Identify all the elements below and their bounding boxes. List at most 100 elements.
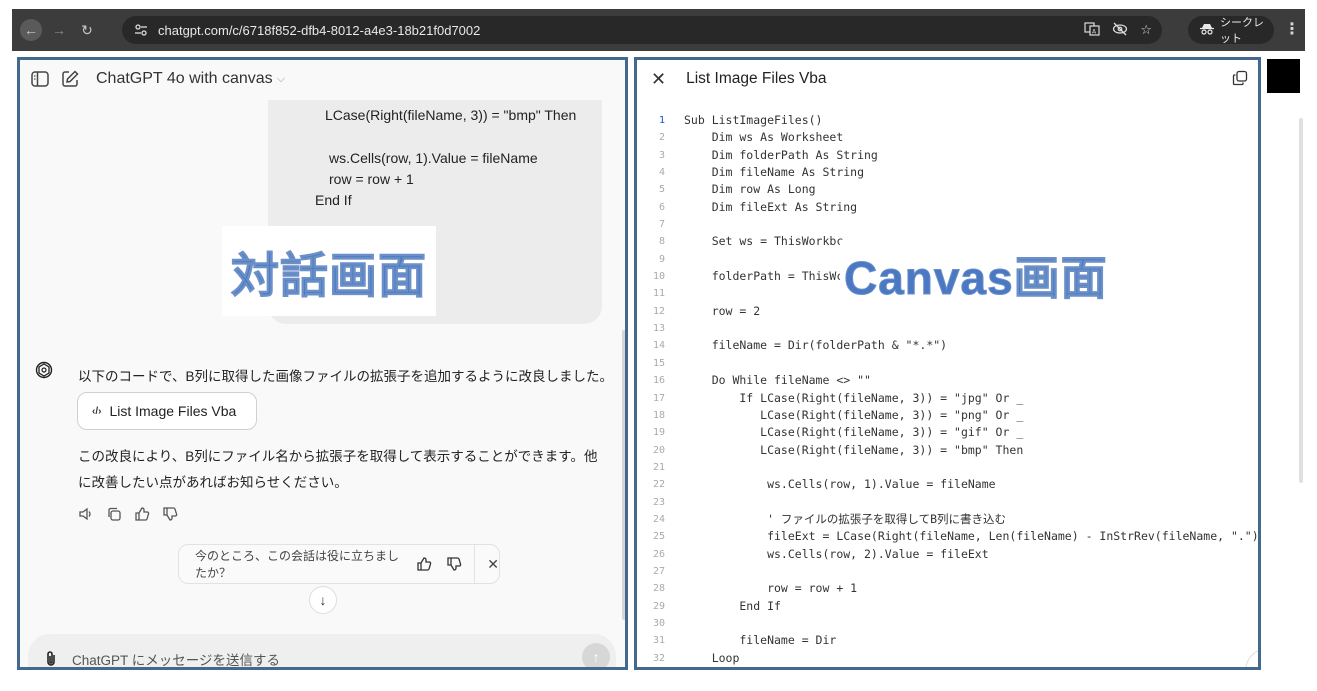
line-number: 27 [652, 565, 665, 577]
chevron-down-icon[interactable]: ⌵ [277, 73, 285, 86]
code-text[interactable]: LCase(Right(fileName, 3)) = "bmp" Then [684, 442, 1023, 459]
code-line[interactable]: 7 [637, 216, 1258, 233]
canvas-panel: ✕ List Image Files Vba 1 Sub ListImageFil… [634, 57, 1261, 670]
code-line[interactable]: 29 End If [637, 598, 1258, 615]
page-scrollbar[interactable] [1299, 118, 1303, 483]
code-text[interactable]: Dim ws As Worksheet [684, 129, 844, 146]
code-text[interactable]: fileName = Dir(folderPath & "*.*") [684, 337, 947, 354]
code-text[interactable]: row = 2 [684, 303, 760, 320]
translate-icon[interactable]: A [1084, 21, 1100, 39]
feedback-divider [474, 544, 476, 584]
line-number: 23 [652, 496, 665, 508]
code-line[interactable]: 5 Dim row As Long [637, 181, 1258, 198]
feedback-thumbs-down-icon[interactable] [446, 556, 462, 572]
line-number: 22 [652, 479, 665, 491]
read-aloud-icon[interactable] [78, 506, 94, 522]
code-line[interactable]: 18 LCase(Right(fileName, 3)) = "png" Or … [637, 407, 1258, 424]
code-line[interactable]: 15 [637, 355, 1258, 372]
omnibox-actions: A ☆ [1084, 16, 1152, 44]
code-line[interactable]: 24 ' ファイルの拡張子を取得してB列に書き込む [637, 511, 1258, 528]
code-line[interactable]: 17 If LCase(Right(fileName, 3)) = "jpg" … [637, 390, 1258, 407]
code-line[interactable]: 21 [637, 459, 1258, 476]
code-text[interactable]: End If [684, 598, 781, 615]
code-line[interactable]: 3 Dim folderPath As String [637, 147, 1258, 164]
code-line[interactable]: 6 Dim fileExt As String [637, 199, 1258, 216]
code-text[interactable]: LCase(Right(fileName, 3)) = "png" Or _ [684, 407, 1023, 424]
code-line[interactable]: 26 ws.Cells(row, 2).Value = fileExt [637, 546, 1258, 563]
incognito-chip[interactable]: シークレット [1188, 16, 1274, 45]
chat-scrollbar[interactable] [622, 330, 625, 620]
close-canvas-icon[interactable]: ✕ [651, 69, 666, 90]
code-text[interactable]: row = row + 1 [684, 580, 857, 597]
user-code-line: LCase(Right(fileName, 3)) = "bmp" Then [325, 107, 577, 123]
canvas-document-chip[interactable]: ‹/› List Image Files Vba [77, 392, 257, 430]
code-line[interactable]: 13 [637, 320, 1258, 337]
code-line[interactable]: 28 row = row + 1 [637, 580, 1258, 597]
code-text[interactable]: Dim fileExt As String [684, 199, 857, 216]
thumbs-down-icon[interactable] [162, 506, 178, 522]
code-line[interactable]: 4 Dim fileName As String [637, 164, 1258, 181]
scroll-down-arrow-icon[interactable]: ↓ [309, 586, 337, 614]
copy-icon[interactable] [106, 506, 122, 522]
forward-arrow-icon[interactable]: → [48, 19, 70, 41]
copy-code-icon[interactable] [1232, 70, 1248, 86]
code-text[interactable]: Set ws = ThisWorkbc [684, 233, 844, 250]
feedback-thumbs-up-icon[interactable] [416, 556, 432, 572]
code-text[interactable]: Do While fileName <> "" [684, 372, 871, 389]
code-text[interactable]: folderPath = ThisWc [684, 268, 844, 285]
line-number: 30 [652, 617, 665, 629]
line-number: 3 [658, 149, 665, 161]
code-line[interactable]: 32 Loop [637, 650, 1258, 667]
code-line[interactable]: 22 ws.Cells(row, 1).Value = fileName [637, 476, 1258, 493]
new-chat-icon[interactable] [60, 69, 80, 89]
url-text[interactable]: chatgpt.com/c/6718f852-dfb4-8012-a4e3-18… [158, 23, 480, 38]
code-line[interactable]: 23 [637, 494, 1258, 511]
address-bar[interactable]: chatgpt.com/c/6718f852-dfb4-8012-a4e3-18… [122, 16, 1162, 44]
attach-paperclip-icon[interactable] [44, 650, 60, 667]
back-arrow-icon[interactable]: ← [20, 19, 42, 41]
bookmark-star-icon[interactable]: ☆ [1140, 22, 1152, 38]
close-icon[interactable]: ✕ [487, 556, 499, 573]
line-number: 18 [652, 409, 665, 421]
code-line[interactable]: 2 Dim ws As Worksheet [637, 129, 1258, 146]
code-text[interactable]: Dim row As Long [684, 181, 816, 198]
code-line[interactable]: 30 [637, 615, 1258, 632]
site-info-icon[interactable] [128, 20, 154, 40]
code-line[interactable]: 19 LCase(Right(fileName, 3)) = "gif" Or … [637, 424, 1258, 441]
eye-off-icon[interactable] [1112, 22, 1128, 39]
reload-icon[interactable]: ↻ [76, 19, 98, 41]
code-text[interactable]: ' ファイルの拡張子を取得してB列に書き込む [684, 511, 1006, 528]
send-arrow-icon[interactable]: ↑ [582, 643, 610, 667]
composer-placeholder[interactable]: ChatGPT にメッセージを送信する [72, 649, 280, 667]
message-composer[interactable]: ChatGPT にメッセージを送信する ↑ [28, 634, 616, 667]
thumbs-up-icon[interactable] [134, 506, 150, 522]
code-text[interactable]: fileExt = LCase(Right(fileName, Len(file… [684, 528, 1258, 545]
code-line[interactable]: 1 Sub ListImageFiles() [637, 112, 1258, 129]
sidebar-toggle-icon[interactable] [30, 69, 50, 89]
code-text[interactable]: Sub ListImageFiles() [684, 112, 822, 129]
code-text[interactable]: If LCase(Right(fileName, 3)) = "jpg" Or … [684, 390, 1023, 407]
line-number: 31 [652, 635, 665, 647]
model-selector[interactable]: ChatGPT 4o with canvas [96, 70, 273, 88]
line-number: 19 [652, 427, 665, 439]
code-icon: ‹/› [92, 405, 102, 417]
code-text[interactable]: ws.Cells(row, 1).Value = fileName [684, 476, 995, 493]
code-line[interactable]: 20 LCase(Right(fileName, 3)) = "bmp" The… [637, 442, 1258, 459]
code-line[interactable]: 16 Do While fileName <> "" [637, 372, 1258, 389]
code-text[interactable]: Dim folderPath As String [684, 147, 878, 164]
message-actions [78, 506, 178, 522]
code-text[interactable]: ws.Cells(row, 2).Value = fileExt [684, 546, 989, 563]
line-number: 12 [652, 305, 665, 317]
code-line[interactable]: 31 fileName = Dir [637, 632, 1258, 649]
code-line[interactable]: 25 fileExt = LCase(Right(fileName, Len(f… [637, 528, 1258, 545]
code-line[interactable]: 14 fileName = Dir(folderPath & "*.*") [637, 337, 1258, 354]
code-line[interactable]: 27 [637, 563, 1258, 580]
browser-menu-icon[interactable]: ⋮ [1284, 19, 1300, 39]
code-text[interactable]: Loop [684, 650, 740, 667]
code-text[interactable]: LCase(Right(fileName, 3)) = "gif" Or _ [684, 424, 1023, 441]
line-number: 14 [652, 340, 665, 352]
code-text[interactable]: Dim fileName As String [684, 164, 864, 181]
code-text[interactable]: fileName = Dir [684, 632, 836, 649]
code-editor[interactable]: 1 Sub ListImageFiles() 2 Dim ws As Workshe… [637, 112, 1258, 667]
line-number: 7 [658, 219, 665, 231]
